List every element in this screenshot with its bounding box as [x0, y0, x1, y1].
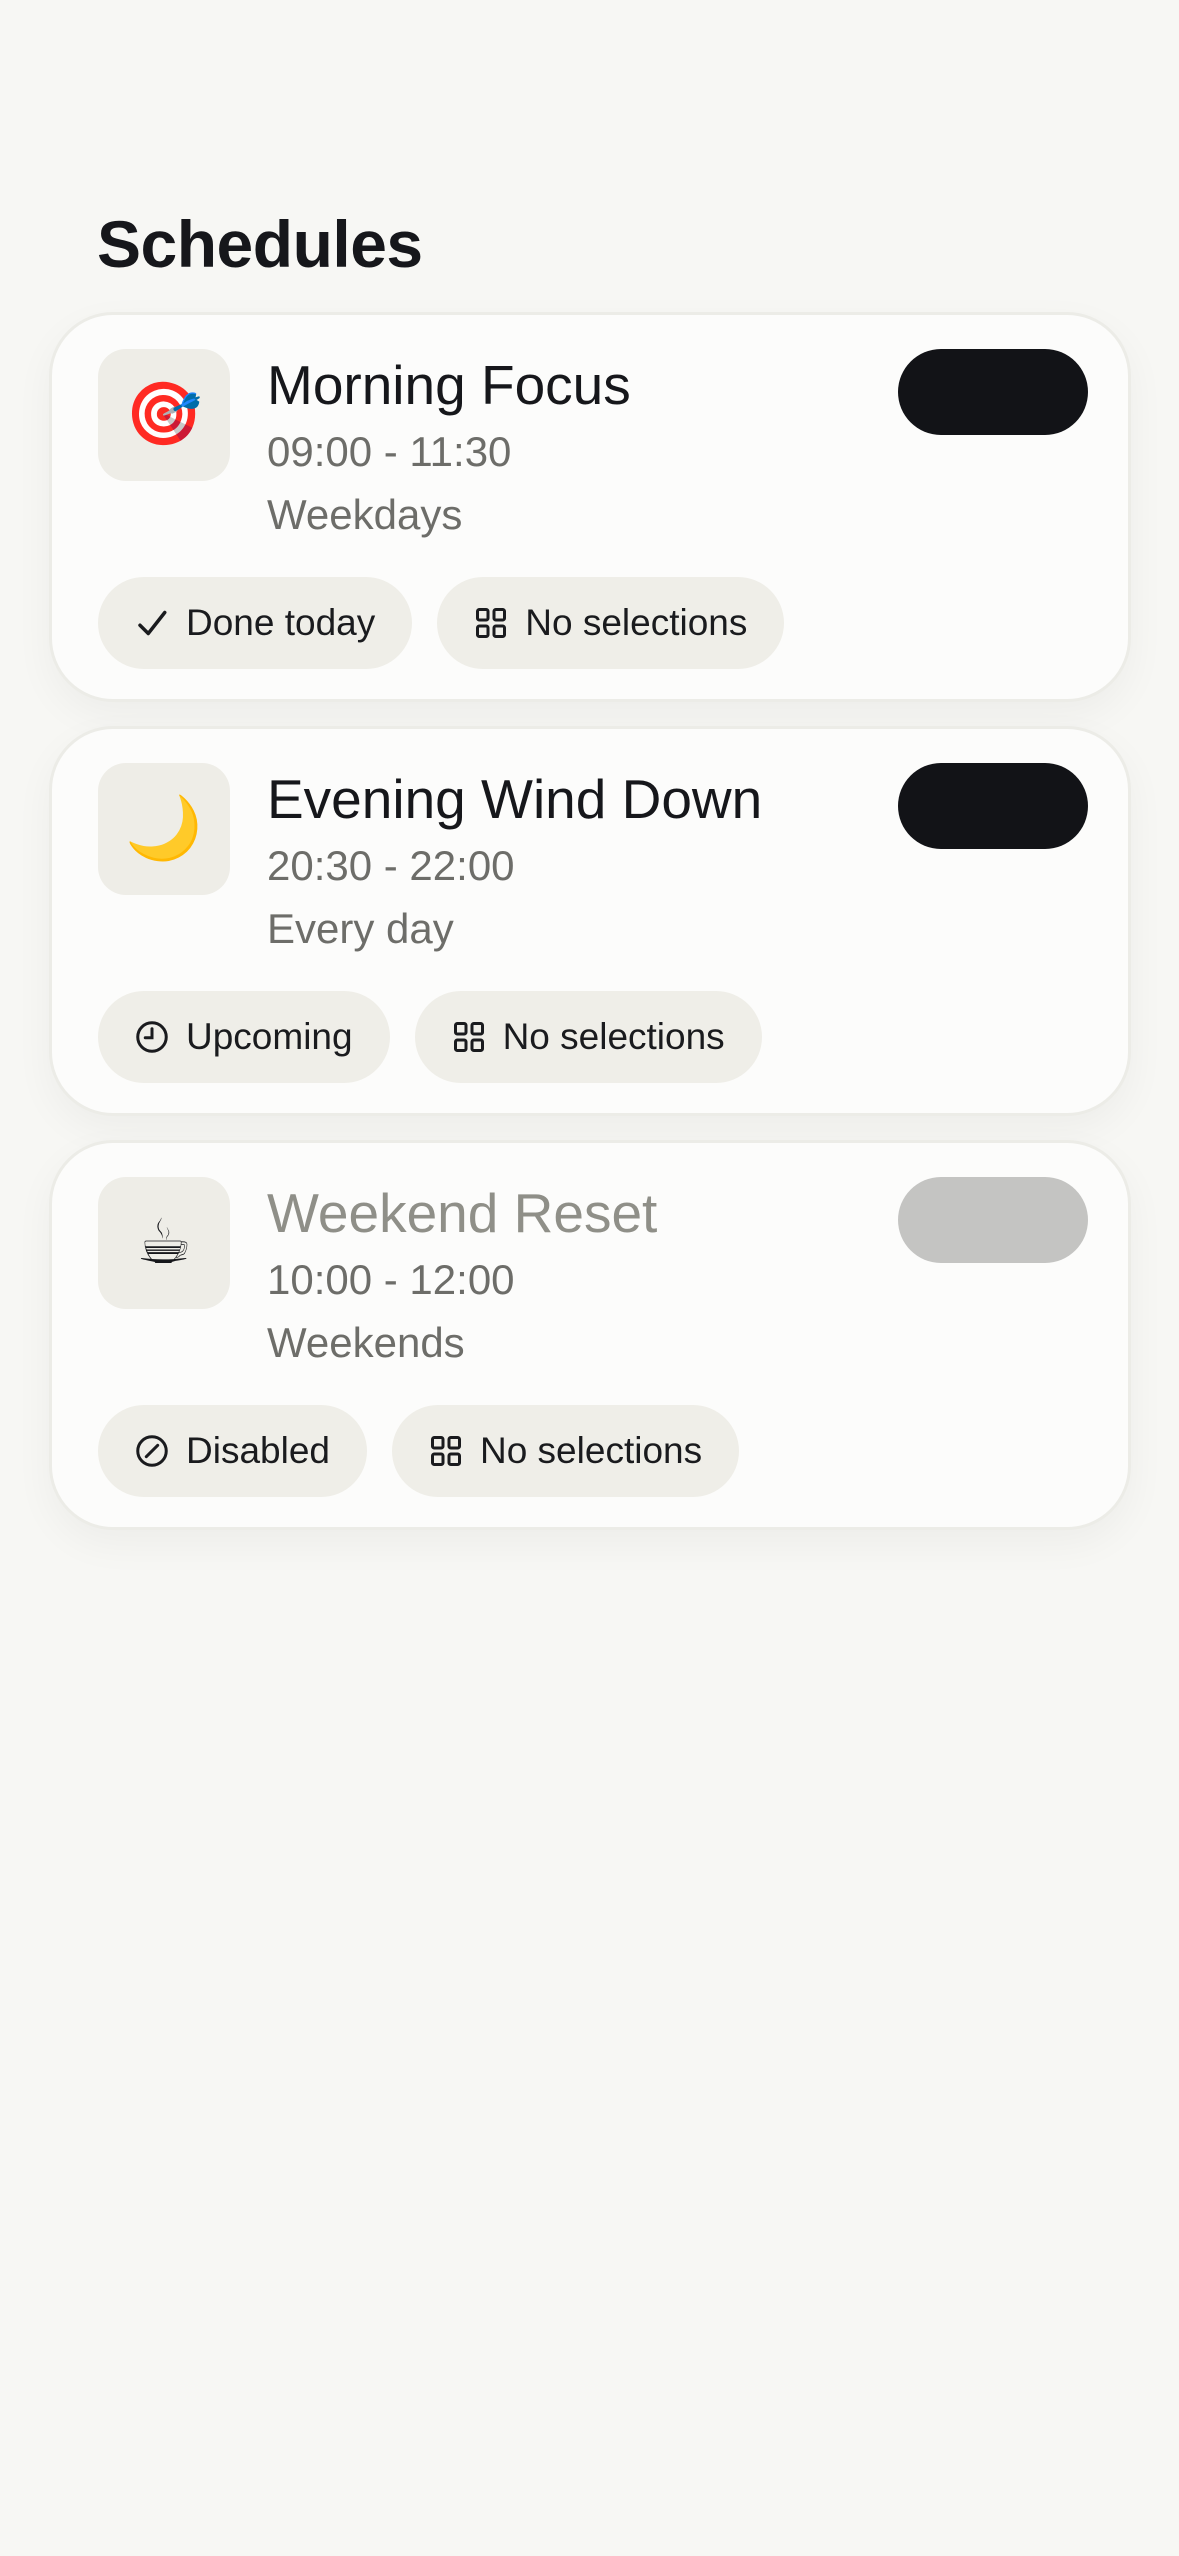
status-chip[interactable]: Done today [98, 577, 413, 669]
crescent-moon-icon: 🌙 [98, 763, 230, 895]
chip-row: Done today No selections [98, 577, 785, 669]
schedule-days: Weekdays [267, 491, 463, 538]
schedule-card-morning-focus[interactable]: 🎯 Morning Focus 09:00 - 11:30 Weekdays D… [49, 312, 1131, 702]
selections-label: No selections [525, 602, 748, 643]
target-dart-icon: 🎯 [98, 349, 230, 481]
status-chip[interactable]: Disabled [98, 1405, 367, 1497]
clock-icon [134, 1019, 170, 1055]
page-title: Schedules [97, 207, 423, 281]
schedule-toggle[interactable] [898, 1177, 1088, 1263]
checkmark-icon [134, 605, 170, 641]
schedule-toggle[interactable] [898, 349, 1088, 435]
schedule-title: Morning Focus [267, 354, 631, 416]
selections-chip[interactable]: No selections [391, 1405, 740, 1497]
grid-icon [473, 605, 509, 641]
schedule-title: Weekend Reset [267, 1182, 658, 1244]
status-label: Done today [186, 602, 376, 643]
schedule-list: 🎯 Morning Focus 09:00 - 11:30 Weekdays D… [49, 312, 1131, 1554]
selections-label: No selections [479, 1430, 703, 1471]
disabled-icon [134, 1433, 170, 1469]
coffee-cup-icon: ☕ [98, 1177, 230, 1309]
selections-chip[interactable]: No selections [414, 991, 762, 1083]
schedule-card-evening-wind-down[interactable]: 🌙 Evening Wind Down 20:30 - 22:00 Every … [49, 726, 1131, 1116]
grid-icon [451, 1019, 487, 1055]
schedule-days: Weekends [267, 1319, 465, 1366]
schedule-time: 20:30 - 22:00 [267, 842, 515, 889]
status-chip[interactable]: Upcoming [98, 991, 390, 1083]
chip-row: Disabled No selections [98, 1405, 740, 1497]
schedules-screen: Schedules 🎯 Morning Focus 09:00 - 11:30 … [0, 0, 1179, 2556]
schedule-time: 10:00 - 12:00 [267, 1256, 515, 1303]
selections-chip[interactable]: No selections [437, 577, 785, 669]
status-label: Upcoming [186, 1016, 353, 1057]
schedule-title: Evening Wind Down [267, 768, 763, 830]
schedule-time: 09:00 - 11:30 [267, 428, 512, 475]
schedule-card-weekend-reset[interactable]: ☕ Weekend Reset 10:00 - 12:00 Weekends D… [49, 1140, 1131, 1530]
schedule-toggle[interactable] [898, 763, 1088, 849]
selections-label: No selections [502, 1016, 725, 1057]
grid-icon [428, 1433, 464, 1469]
status-label: Disabled [186, 1430, 330, 1471]
chip-row: Upcoming No selections [98, 991, 762, 1083]
schedule-days: Every day [267, 905, 454, 952]
